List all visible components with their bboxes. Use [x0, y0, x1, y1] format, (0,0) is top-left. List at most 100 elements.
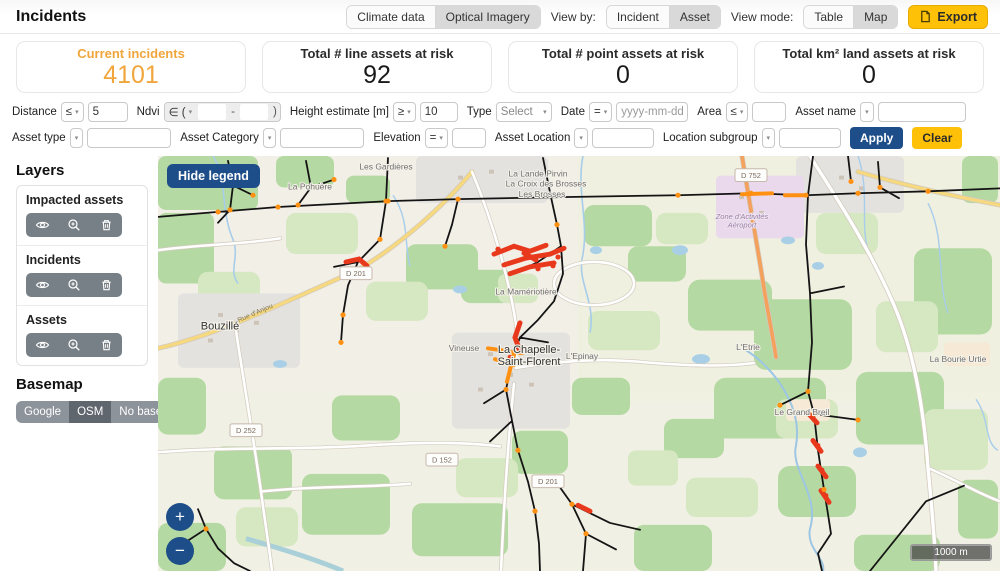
- chevron-down-icon: ▾: [543, 108, 547, 116]
- map-scale-bar: 1000 m: [910, 544, 992, 561]
- asset-category-input[interactable]: [280, 128, 364, 148]
- chevron-down-icon: ▾: [604, 108, 608, 116]
- asset-location-label: Asset Location: [495, 132, 570, 144]
- asset-type-select[interactable]: ▾: [70, 128, 84, 148]
- layer-actions: [26, 213, 122, 237]
- layer-zoom-button[interactable]: [58, 213, 90, 237]
- chevron-down-icon: ▾: [865, 108, 869, 116]
- height-input[interactable]: [420, 102, 458, 122]
- ndvi-max-input[interactable]: [240, 104, 268, 120]
- layer-zoom-button[interactable]: [58, 273, 90, 297]
- asset-category-select[interactable]: ▾: [263, 128, 277, 148]
- town-label: La Chapelle-: [498, 344, 561, 356]
- road-shield: D 201: [346, 269, 366, 278]
- layer-zoom-button[interactable]: [58, 333, 90, 357]
- asset-name-select[interactable]: ▾: [860, 102, 874, 122]
- chevron-down-icon: ▾: [439, 134, 443, 142]
- asset-type-input[interactable]: [87, 128, 171, 148]
- view-mode-label: View mode:: [731, 10, 793, 24]
- asset-location-select[interactable]: ▾: [574, 128, 588, 148]
- area-operator-select[interactable]: ≤▾: [726, 102, 749, 122]
- view-mode-map-button[interactable]: Map: [853, 6, 897, 28]
- clear-button[interactable]: Clear: [912, 127, 962, 149]
- ndvi-range-group: ∈ (▾ - ): [164, 102, 281, 122]
- operator-value: ≤: [731, 106, 737, 118]
- optical-imagery-button[interactable]: Optical Imagery: [435, 6, 540, 28]
- filter-distance: Distance ≤▾: [12, 102, 128, 122]
- date-input[interactable]: [616, 102, 688, 122]
- eye-icon: [35, 278, 50, 292]
- area-input[interactable]: [752, 102, 786, 122]
- asset-location-input[interactable]: [592, 128, 654, 148]
- layer-visibility-button[interactable]: [26, 333, 58, 357]
- location-subgroup-input[interactable]: [779, 128, 841, 148]
- layer-visibility-button[interactable]: [26, 213, 58, 237]
- basemap-title: Basemap: [16, 376, 148, 393]
- layer-impacted-assets: Impacted assets: [17, 186, 147, 246]
- ndvi-close-paren: ): [270, 106, 280, 118]
- zoom-in-icon: [67, 338, 81, 352]
- hide-legend-button[interactable]: Hide legend: [167, 164, 260, 188]
- place-label: La Lande Pirvin: [509, 169, 568, 179]
- ndvi-operator-select[interactable]: ∈ (▾: [165, 103, 197, 121]
- layer-label: Impacted assets: [26, 193, 138, 207]
- view-by-label: View by:: [551, 10, 596, 24]
- zone-label: Zone d'Activités: [715, 212, 769, 221]
- data-source-toggle: Climate data Optical Imagery: [346, 5, 540, 29]
- card-label: Total # line assets at risk: [263, 46, 491, 61]
- height-operator-select[interactable]: ≥▾: [393, 102, 416, 122]
- road-shield: D 152: [432, 456, 452, 465]
- type-select[interactable]: Select ▾: [496, 102, 552, 122]
- place-label: Vineuse: [449, 343, 480, 353]
- export-label: Export: [937, 10, 977, 24]
- road-shield: D 252: [236, 426, 256, 435]
- apply-button[interactable]: Apply: [850, 127, 903, 149]
- asset-name-input[interactable]: [878, 102, 966, 122]
- filter-asset-type: Asset type ▾: [12, 128, 171, 148]
- layer-delete-button[interactable]: [90, 273, 122, 297]
- height-label: Height estimate [m]: [290, 106, 389, 118]
- map-canvas[interactable]: D 752 D 201 D 252 D 152 D 201 La Pohuère…: [158, 156, 1000, 571]
- layer-visibility-button[interactable]: [26, 273, 58, 297]
- date-label: Date: [561, 106, 585, 118]
- filter-ndvi: Ndvi ∈ (▾ - ): [137, 102, 281, 122]
- operator-value: ∈ (: [169, 105, 186, 119]
- date-operator-select[interactable]: =▾: [589, 102, 612, 122]
- elevation-operator-select[interactable]: =▾: [425, 128, 448, 148]
- view-by-asset-button[interactable]: Asset: [669, 6, 720, 28]
- filter-asset-name: Asset name ▾: [795, 102, 965, 122]
- view-mode-table-button[interactable]: Table: [804, 6, 853, 28]
- distance-operator-select[interactable]: ≤▾: [61, 102, 84, 122]
- ndvi-min-input[interactable]: [198, 104, 226, 120]
- type-placeholder: Select: [501, 106, 533, 118]
- layer-label: Incidents: [26, 253, 138, 267]
- chevron-down-icon: ▾: [75, 108, 79, 116]
- card-value: 0: [755, 62, 983, 90]
- incidents-dashboard: Incidents Climate data Optical Imagery V…: [0, 0, 1000, 571]
- distance-input[interactable]: [88, 102, 128, 122]
- view-by-incident-button[interactable]: Incident: [607, 6, 669, 28]
- chevron-down-icon: ▾: [268, 134, 272, 142]
- elevation-label: Elevation: [373, 132, 420, 144]
- view-mode-toggle: Table Map: [803, 5, 898, 29]
- map-zoom-out-button[interactable]: −: [166, 537, 194, 565]
- layer-delete-button[interactable]: [90, 213, 122, 237]
- map-zoom-in-button[interactable]: +: [166, 503, 194, 531]
- location-subgroup-select[interactable]: ▾: [762, 128, 776, 148]
- town-label: Bouzillé: [201, 321, 239, 333]
- elevation-input[interactable]: [452, 128, 486, 148]
- layer-label: Assets: [26, 313, 138, 327]
- card-value: 0: [509, 62, 737, 90]
- basemap-osm-button[interactable]: OSM: [69, 401, 111, 423]
- filter-bar: Distance ≤▾ Ndvi ∈ (▾ - ) Height estimat…: [0, 98, 1000, 156]
- operator-value: ≥: [398, 106, 404, 118]
- basemap-google-button[interactable]: Google: [16, 401, 69, 423]
- location-subgroup-label: Location subgroup: [663, 132, 758, 144]
- export-button[interactable]: Export: [908, 5, 988, 29]
- card-value: 4101: [17, 62, 245, 90]
- climate-data-button[interactable]: Climate data: [347, 6, 434, 28]
- place-label: L'Epinay: [566, 351, 599, 361]
- layer-actions: [26, 273, 122, 297]
- layer-delete-button[interactable]: [90, 333, 122, 357]
- place-label: La Bourie Urtie: [930, 354, 987, 364]
